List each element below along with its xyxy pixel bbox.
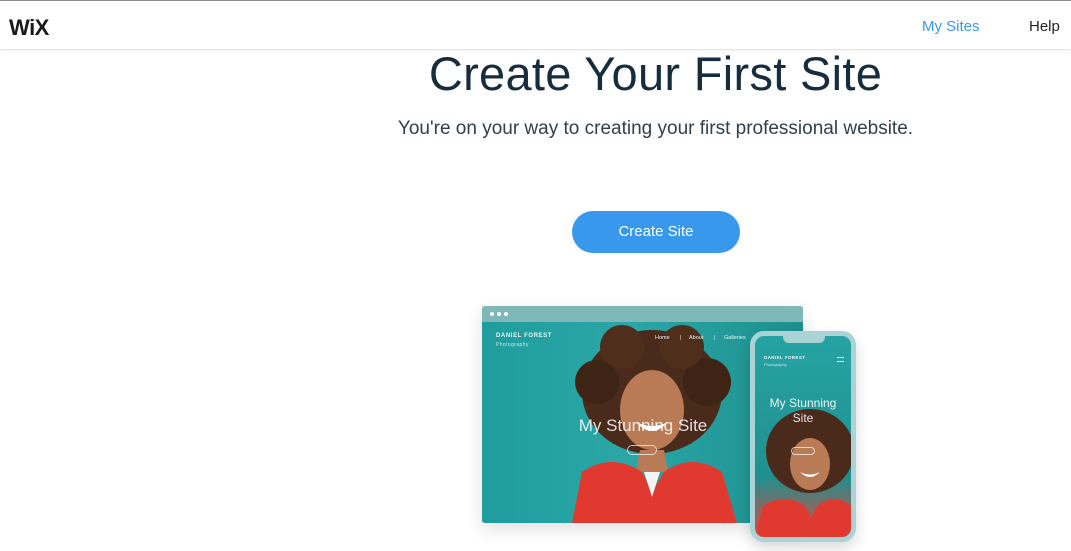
hamburger-menu-icon <box>837 357 844 362</box>
browser-chrome-bar <box>482 306 803 322</box>
mobile-site-preview-image: DANIEL FOREST Photography My Stunning Si… <box>750 331 856 542</box>
mobile-brand-name: DANIEL FOREST <box>764 355 806 360</box>
window-dot-icon <box>497 312 501 316</box>
wix-logo[interactable]: WiX <box>9 15 49 41</box>
site-nav-divider: | <box>680 335 682 341</box>
nav-my-sites-link[interactable]: My Sites <box>922 18 980 35</box>
site-brand-subtitle: Photography <box>496 342 529 348</box>
page-subtitle: You're on your way to creating your firs… <box>397 118 914 139</box>
mobile-hero-button <box>791 447 815 455</box>
site-nav-divider: | <box>714 335 716 341</box>
window-dot-icon <box>504 312 508 316</box>
top-navigation-bar: WiX My Sites Help <box>0 0 1071 50</box>
site-nav-about: About <box>689 335 704 341</box>
site-nav-galleries: Galleries <box>724 335 746 341</box>
site-brand-name: DANIEL FOREST <box>496 333 553 339</box>
nav-help-link[interactable]: Help <box>1029 18 1060 35</box>
page-title: Create Your First Site <box>428 47 883 100</box>
phone-notch <box>783 336 825 343</box>
site-hero-title: My Stunning Site <box>578 416 708 435</box>
window-dot-icon <box>490 312 494 316</box>
mobile-hero-title: My Stunning Site <box>769 396 837 425</box>
site-hero-button <box>627 445 657 455</box>
mobile-brand-subtitle: Photography <box>764 362 787 367</box>
create-site-button[interactable]: Create Site <box>572 211 740 253</box>
site-nav-home: Home <box>655 335 670 341</box>
